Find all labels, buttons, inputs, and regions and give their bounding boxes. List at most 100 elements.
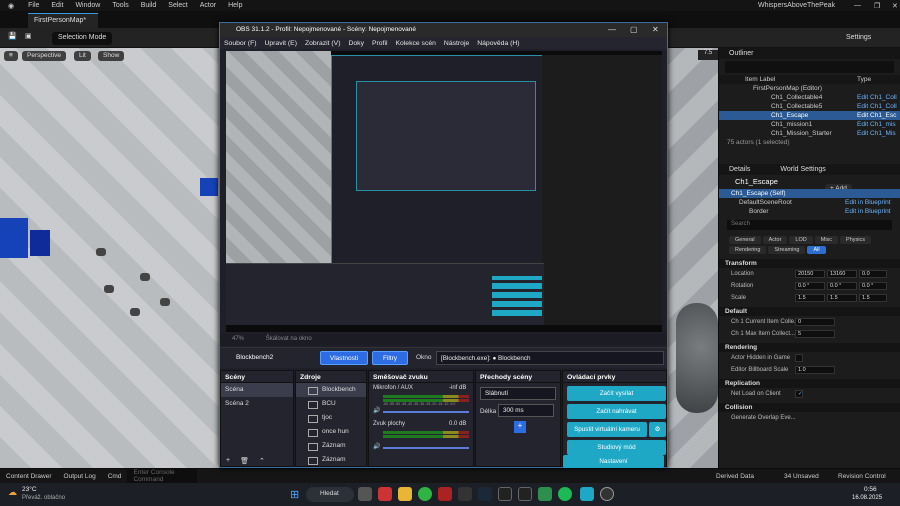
console-input[interactable]: Enter Console Command	[127, 469, 198, 483]
virtual-camera-button[interactable]: Spustit virtuální kameru	[567, 422, 647, 437]
source-item[interactable]: tjoc	[296, 411, 366, 425]
obs-menu-tools[interactable]: Nástroje	[440, 40, 473, 47]
properties-button[interactable]: Vlastnosti	[320, 351, 368, 365]
trash-icon[interactable]: 🗑	[240, 457, 249, 465]
cmd-dropdown[interactable]: Cmd	[102, 473, 128, 480]
component-row[interactable]: Border Edit in Blueprint	[719, 207, 900, 216]
source-item[interactable]: Záznam	[296, 453, 366, 467]
unreal-icon[interactable]	[498, 487, 512, 501]
source-item[interactable]: Blockbench	[296, 383, 366, 397]
filter-general[interactable]: General	[729, 236, 761, 244]
obs-menu-view[interactable]: Zobrazit (V)	[301, 40, 345, 47]
filters-button[interactable]: Filtry	[372, 351, 408, 365]
volume-slider[interactable]	[383, 447, 469, 449]
duration-input[interactable]: 300 ms	[498, 404, 554, 417]
outliner-root[interactable]: FirstPersonMap (Editor)	[719, 84, 900, 93]
minimize-icon[interactable]: —	[848, 2, 867, 9]
obs-menu-profile[interactable]: Profil	[368, 40, 392, 47]
filter-lod[interactable]: LOD	[789, 236, 813, 244]
table-row[interactable]: Ch1_mission1 Edit Ch1_mis	[719, 120, 900, 129]
transition-select[interactable]: Slábnutí	[480, 387, 556, 400]
source-item[interactable]: once hun	[296, 425, 366, 439]
obs-close-icon[interactable]: ✕	[652, 25, 659, 34]
menu-window[interactable]: Window	[69, 2, 106, 9]
start-icon[interactable]: ⊞	[290, 488, 299, 501]
spotify-icon[interactable]	[558, 487, 572, 501]
opera-icon[interactable]	[438, 487, 452, 501]
section-collision[interactable]: Collision	[719, 403, 900, 412]
clock-date[interactable]: 16.08.2025	[852, 495, 882, 501]
clock-time[interactable]: 0:56	[864, 486, 877, 493]
output-log-button[interactable]: Output Log	[58, 473, 102, 480]
source-item[interactable]: Záznam	[296, 439, 366, 453]
content-drawer-button[interactable]: Content Drawer	[0, 473, 58, 480]
obs-menu-scenes[interactable]: Kolekce scén	[391, 40, 439, 47]
viewport-menu-icon[interactable]: ≡	[4, 51, 18, 61]
menu-select[interactable]: Select	[162, 2, 193, 9]
derived-data-button[interactable]: Derived Data	[710, 473, 760, 480]
taskbar-search[interactable]: Hledat	[306, 487, 354, 502]
add-transition-button[interactable]: +	[514, 421, 526, 433]
gear-icon[interactable]: ⚙	[649, 422, 666, 437]
perspective-button[interactable]: Perspective	[22, 51, 66, 61]
content-icon[interactable]: ▣	[25, 32, 32, 40]
filter-actor[interactable]: Actor	[762, 236, 788, 244]
whatsapp-icon[interactable]	[418, 487, 432, 501]
outliner-tab[interactable]: Outliner	[719, 48, 900, 59]
blockbench-icon[interactable]	[580, 487, 594, 501]
app-icon[interactable]	[538, 487, 552, 501]
unreal-icon[interactable]	[518, 487, 532, 501]
filter-physics[interactable]: Physics	[840, 236, 871, 244]
filter-rendering[interactable]: Rendering	[729, 246, 767, 254]
section-rendering[interactable]: Rendering	[719, 343, 900, 352]
zoom-level[interactable]: 47%	[232, 336, 244, 342]
tab-world-settings[interactable]: World Settings	[780, 166, 825, 173]
speaker-icon[interactable]: 🔊	[373, 443, 380, 450]
obs-menu-help[interactable]: Nápověda (H)	[473, 40, 523, 47]
maximize-icon[interactable]: ❐	[868, 2, 886, 10]
speaker-icon[interactable]: 🔊	[373, 407, 380, 414]
unsaved-button[interactable]: 34 Unsaved	[778, 473, 825, 480]
table-row[interactable]: Ch1_Collectable4 Edit Ch1_Coll	[719, 93, 900, 102]
window-select[interactable]: [Blockbench.exe]: ● Blockbench	[436, 351, 664, 365]
obs-menu-edit[interactable]: Upravit (E)	[260, 40, 300, 47]
level-viewport[interactable]	[0, 48, 219, 468]
ue-logo-icon[interactable]: ◉	[0, 2, 22, 10]
table-row-selected[interactable]: Ch1_Escape Edit Ch1_Esc	[719, 111, 900, 120]
obs-menu-docks[interactable]: Doky	[344, 40, 368, 47]
section-replication[interactable]: Replication	[719, 379, 900, 388]
lit-button[interactable]: Lit	[74, 51, 91, 61]
explorer-icon[interactable]	[398, 487, 412, 501]
menu-edit[interactable]: Edit	[45, 2, 69, 9]
steam-icon[interactable]	[478, 487, 492, 501]
scale-to-window[interactable]: Škálovat na okno	[266, 336, 312, 342]
menu-file[interactable]: File	[22, 2, 45, 9]
app-icon[interactable]	[458, 487, 472, 501]
filter-streaming[interactable]: Streaming	[768, 246, 806, 254]
volume-slider[interactable]	[383, 411, 469, 413]
table-row[interactable]: Ch1_Collectable5 Edit Ch1_Coll	[719, 102, 900, 111]
component-row[interactable]: DefaultSceneRoot Edit in Blueprint	[719, 198, 900, 207]
menu-tools[interactable]: Tools	[106, 2, 134, 9]
start-streaming-button[interactable]: Začít vysílat	[567, 386, 666, 401]
scene-item[interactable]: Scéna	[221, 383, 293, 397]
selection-mode-dropdown[interactable]: Selection Mode	[52, 32, 113, 45]
save-icon[interactable]: 💾	[8, 32, 17, 40]
close-icon[interactable]: ✕	[886, 2, 900, 10]
checkbox[interactable]	[795, 354, 803, 362]
show-button[interactable]: Show	[98, 51, 125, 61]
scene-item[interactable]: Scéna 2	[221, 397, 293, 411]
obs-preview-canvas[interactable]	[226, 51, 662, 332]
menu-help[interactable]: Help	[222, 2, 248, 9]
tab-firstpersonmap[interactable]: FirstPersonMap*	[28, 13, 98, 28]
section-default[interactable]: Default	[719, 307, 900, 316]
source-item[interactable]: BCU	[296, 397, 366, 411]
settings-button[interactable]: Settings	[840, 32, 877, 45]
studio-mode-button[interactable]: Studiový mód	[567, 440, 666, 455]
filter-all[interactable]: All	[807, 246, 826, 254]
obs-menu-file[interactable]: Soubor (F)	[220, 40, 260, 47]
col-item-label[interactable]: Item Label	[745, 76, 775, 83]
tab-details[interactable]: Details	[729, 166, 750, 173]
viewport-right-strip[interactable]: 7.5	[668, 48, 718, 468]
settings-obs-button[interactable]: Nastavení	[563, 455, 664, 468]
